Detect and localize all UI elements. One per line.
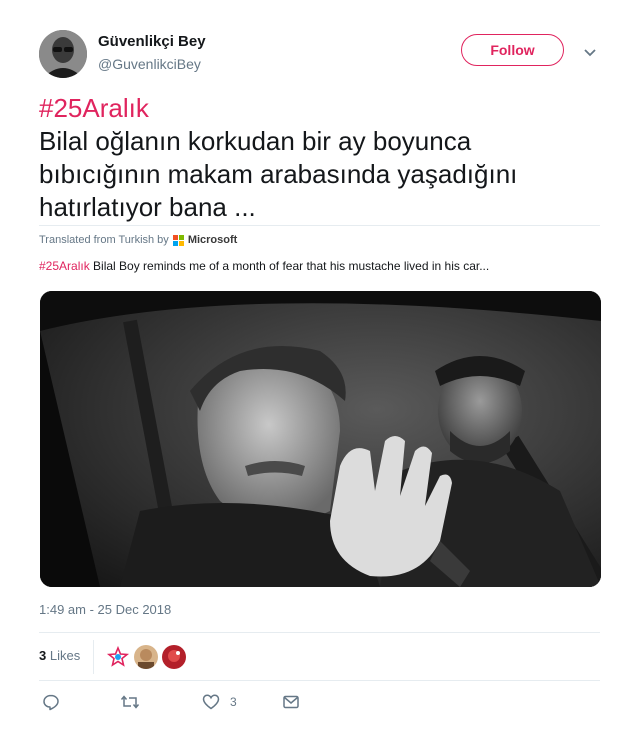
- divider: [39, 225, 600, 226]
- translator-name: Microsoft: [187, 234, 238, 246]
- translation-body: Bilal Boy reminds me of a month of fear …: [89, 259, 490, 273]
- translation-attribution: Translated from Turkish by Microsoft: [39, 234, 237, 246]
- hashtag-link[interactable]: #25Aralık: [39, 93, 149, 123]
- like-button[interactable]: 3: [202, 692, 237, 712]
- reply-button[interactable]: [42, 692, 60, 712]
- author-avatar[interactable]: [39, 30, 87, 78]
- likes-label: Likes: [49, 648, 81, 663]
- tweet-text-line-2: bıbıcığının makam arabasında yaşadığını: [39, 159, 518, 189]
- tweet-text: #25Aralık Bilal oğlanın korkudan bir ay …: [39, 92, 599, 224]
- message-icon: [283, 695, 299, 709]
- tweet-text-line-3: hatırlatıyor bana ...: [39, 192, 256, 222]
- translated-from-label: Translated from Turkish by: [39, 234, 169, 246]
- author-name[interactable]: Güvenlikçi Bey: [98, 33, 206, 50]
- tweet-photo[interactable]: [40, 291, 601, 587]
- liker-avatar[interactable]: [134, 645, 158, 669]
- chevron-down-icon[interactable]: [582, 44, 598, 60]
- microsoft-logo: [172, 234, 184, 246]
- likes-summary[interactable]: 3 Likes: [39, 648, 80, 663]
- tweet-text-line-1: Bilal oğlanın korkudan bir ay boyunca: [39, 126, 472, 156]
- divider: [39, 632, 600, 633]
- divider: [39, 680, 600, 681]
- retweet-button[interactable]: [120, 692, 140, 712]
- follow-button[interactable]: Follow: [461, 34, 564, 66]
- author-handle[interactable]: @GuvenlikciBey: [98, 56, 201, 72]
- translation-text: #25Aralık Bilal Boy reminds me of a mont…: [39, 259, 489, 273]
- likes-count: 3: [39, 648, 47, 663]
- heart-icon: [202, 694, 220, 710]
- translation-hashtag[interactable]: #25Aralık: [39, 259, 90, 273]
- likes-separator: [93, 640, 94, 674]
- direct-message-button[interactable]: [282, 692, 300, 712]
- liker-avatar[interactable]: [106, 645, 130, 669]
- retweet-icon: [120, 695, 140, 709]
- like-count: 3: [230, 695, 237, 709]
- liker-avatar[interactable]: [162, 645, 186, 669]
- tweet-timestamp[interactable]: 1:49 am - 25 Dec 2018: [39, 602, 171, 617]
- reply-icon: [43, 694, 59, 711]
